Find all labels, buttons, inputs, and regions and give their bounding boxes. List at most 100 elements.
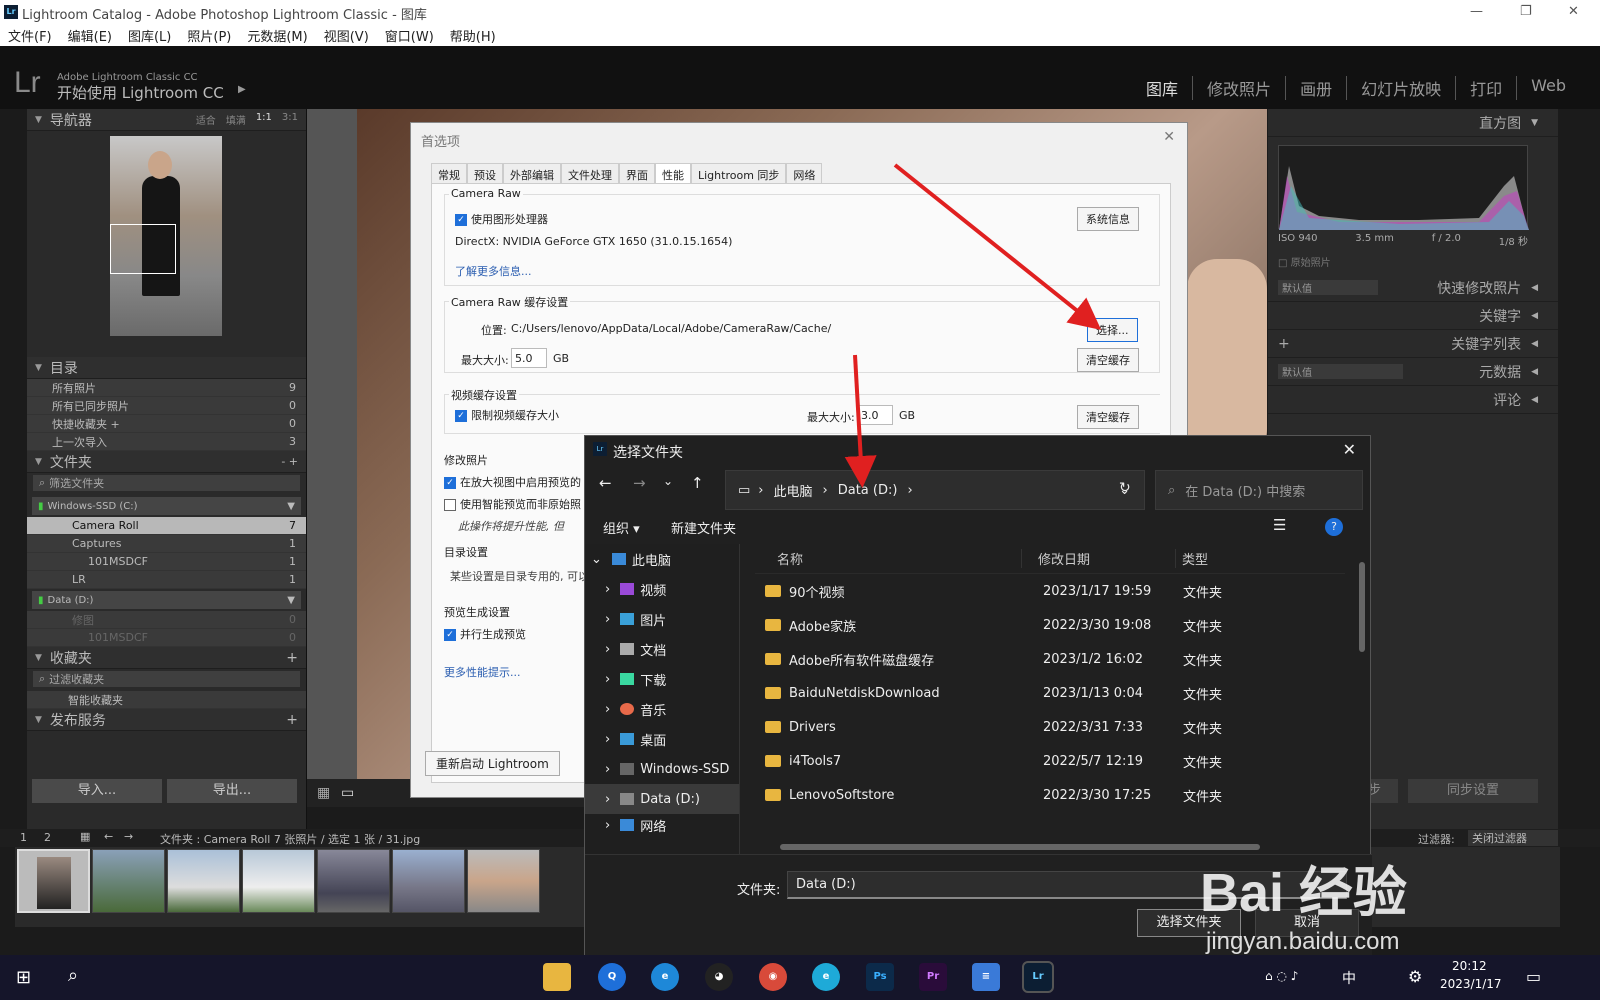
- navigator-header[interactable]: ▼ 导航器 适合 填满 1:1 3:1: [27, 109, 306, 131]
- notepad-icon[interactable]: ≡: [972, 963, 1000, 991]
- smart-collections-row[interactable]: 智能收藏夹: [27, 691, 306, 709]
- import-button[interactable]: 导入...: [32, 779, 162, 803]
- play-icon[interactable]: ▶: [238, 84, 246, 95]
- metadata-row[interactable]: 默认值 元数据 ◀: [1268, 358, 1558, 386]
- original-photo-toggle[interactable]: □ 原始照片: [1278, 254, 1331, 269]
- list-item[interactable]: i4Tools7 2022/5/7 12:19 文件夹: [755, 744, 1345, 778]
- zoom-1-1[interactable]: 1:1: [256, 112, 272, 127]
- list-item[interactable]: Adobe家族 2022/3/30 19:08 文件夹: [755, 608, 1345, 642]
- folder-row[interactable]: 101MSDCF 0: [27, 629, 306, 647]
- folder-row[interactable]: LR 1: [27, 571, 306, 589]
- histogram-header[interactable]: 直方图 ▼: [1268, 109, 1558, 137]
- folders-header[interactable]: ▼ 文件夹 - +: [27, 451, 306, 473]
- nav-downloads[interactable]: › 下载: [585, 664, 739, 694]
- tray-icons[interactable]: ⌂ ◌ ♪: [1265, 969, 1298, 983]
- maximize-button[interactable]: ❐: [1520, 4, 1532, 19]
- catalog-header[interactable]: ▼ 目录: [27, 357, 306, 379]
- prev-arrow-icon[interactable]: ←: [104, 830, 113, 843]
- clock-date[interactable]: 2023/1/17: [1440, 977, 1502, 991]
- filmstrip-source[interactable]: 文件夹 : Camera Roll 7 张照片 / 选定 1 张 / 31.jp…: [160, 831, 420, 847]
- grid-icon[interactable]: ▦: [80, 830, 90, 843]
- learn-more-link[interactable]: 了解更多信息...: [455, 263, 532, 279]
- chrome-icon[interactable]: ◉: [759, 963, 787, 991]
- film-thumb[interactable]: [92, 849, 165, 913]
- chevron-down-icon[interactable]: ⌄: [663, 474, 673, 488]
- video-purge-button[interactable]: 清空缓存: [1077, 405, 1139, 429]
- restart-lightroom-button[interactable]: 重新启动 Lightroom: [425, 751, 560, 776]
- premiere-icon[interactable]: Pr: [919, 963, 947, 991]
- view-options-icon[interactable]: ☰: [1273, 516, 1286, 534]
- back-icon[interactable]: ←: [599, 474, 612, 492]
- forward-icon[interactable]: →: [633, 474, 646, 492]
- module-slideshow[interactable]: 幻灯片放映: [1346, 76, 1455, 100]
- qq-icon[interactable]: ◕: [705, 963, 733, 991]
- minimize-button[interactable]: —: [1470, 4, 1483, 19]
- nav-pictures[interactable]: › 图片: [585, 604, 739, 634]
- keyword-list-row[interactable]: + 关键字列表 ◀: [1268, 330, 1558, 358]
- list-item[interactable]: BaiduNetdiskDownload 2023/1/13 0:04 文件夹: [755, 676, 1345, 710]
- menu-photo[interactable]: 照片(P): [187, 26, 231, 45]
- choose-button[interactable]: 选择...: [1087, 318, 1138, 342]
- module-library[interactable]: 图库: [1132, 76, 1192, 100]
- up-icon[interactable]: ↑: [691, 474, 704, 492]
- close-icon[interactable]: ✕: [1343, 440, 1356, 459]
- module-develop[interactable]: 修改照片: [1192, 76, 1285, 100]
- menu-edit[interactable]: 编辑(E): [68, 26, 112, 45]
- folder-row[interactable]: 101MSDCF 1: [27, 553, 306, 571]
- film-thumb[interactable]: [467, 849, 540, 913]
- film-thumb[interactable]: [317, 849, 390, 913]
- nav-network[interactable]: › 网络: [585, 814, 739, 836]
- limit-video-checkbox[interactable]: ✓ 限制视频缓存大小: [455, 407, 559, 423]
- edge-browser-icon[interactable]: e: [812, 963, 840, 991]
- windows-start-icon[interactable]: ⊞: [16, 967, 31, 988]
- nav-data-d[interactable]: › Data (D:): [585, 784, 739, 814]
- search-icon[interactable]: ⌕: [68, 965, 78, 986]
- app-icon[interactable]: Q: [598, 963, 626, 991]
- add-collection-icon[interactable]: +: [286, 650, 306, 666]
- catalog-row[interactable]: 所有照片 9: [27, 379, 306, 397]
- grid-view-icon[interactable]: ▦: [317, 785, 330, 801]
- horizontal-scrollbar[interactable]: [780, 844, 1260, 850]
- nav-desktop[interactable]: › 桌面: [585, 724, 739, 754]
- volume-d[interactable]: ▮ Data (D:) ▼: [32, 591, 301, 609]
- catalog-row[interactable]: 所有已同步照片 0: [27, 397, 306, 415]
- lr-getting-started[interactable]: 开始使用 Lightroom CC: [57, 82, 224, 103]
- folder-row[interactable]: 修图 0: [27, 611, 306, 629]
- breadcrumb-data-d[interactable]: Data (D:): [838, 483, 898, 498]
- breadcrumb-this-pc[interactable]: 此电脑: [774, 481, 813, 500]
- sync-settings-button[interactable]: 同步设置: [1408, 779, 1538, 803]
- column-type[interactable]: 类型: [1175, 549, 1325, 568]
- purge-cache-button[interactable]: 清空缓存: [1077, 348, 1139, 372]
- vertical-scrollbar[interactable]: [1359, 562, 1365, 652]
- add-publish-icon[interactable]: +: [286, 712, 306, 728]
- column-date[interactable]: 修改日期: [1021, 549, 1175, 568]
- ime-indicator[interactable]: 中: [1342, 968, 1356, 988]
- max-size-input[interactable]: 5.0: [511, 348, 547, 368]
- zoom-fill[interactable]: 填满: [226, 112, 246, 127]
- more-performance-tips-link[interactable]: 更多性能提示...: [444, 664, 521, 680]
- publish-header[interactable]: ▼ 发布服务 +: [27, 709, 306, 731]
- smart-preview-checkbox[interactable]: 使用智能预览而非原始照: [444, 496, 604, 512]
- list-item[interactable]: Drivers 2022/3/31 7:33 文件夹: [755, 710, 1345, 744]
- catalog-row[interactable]: 上一次导入 3: [27, 433, 306, 451]
- screen-1-icon[interactable]: 1: [20, 831, 27, 844]
- nav-windows-ssd[interactable]: › Windows-SSD: [585, 754, 739, 784]
- zoom-fit[interactable]: 适合: [196, 112, 216, 127]
- new-folder-button[interactable]: 新建文件夹: [671, 518, 736, 537]
- parallel-previews-checkbox[interactable]: ✓ 并行生成预览: [444, 626, 604, 642]
- menu-file[interactable]: 文件(F): [8, 26, 52, 45]
- list-item[interactable]: 90个视频 2023/1/17 19:59 文件夹: [755, 574, 1345, 608]
- photoshop-icon[interactable]: Ps: [866, 963, 894, 991]
- edge-icon[interactable]: e: [651, 963, 679, 991]
- refresh-icon[interactable]: ↻: [1119, 480, 1131, 496]
- keywording-row[interactable]: 关键字 ◀: [1268, 302, 1558, 330]
- menu-window[interactable]: 窗口(W): [385, 26, 434, 45]
- nav-documents[interactable]: › 文档: [585, 634, 739, 664]
- list-item[interactable]: LenovoSoftstore 2022/3/30 17:25 文件夹: [755, 778, 1345, 812]
- folder-row-selected[interactable]: Camera Roll 7: [27, 517, 306, 535]
- lightroom-taskbar-icon[interactable]: Lr: [1022, 961, 1054, 993]
- zoom-preview-checkbox[interactable]: ✓ 在放大视图中启用预览的: [444, 474, 604, 490]
- system-info-button[interactable]: 系统信息: [1077, 207, 1139, 231]
- module-print[interactable]: 打印: [1455, 76, 1516, 100]
- menu-library[interactable]: 图库(L): [128, 26, 171, 45]
